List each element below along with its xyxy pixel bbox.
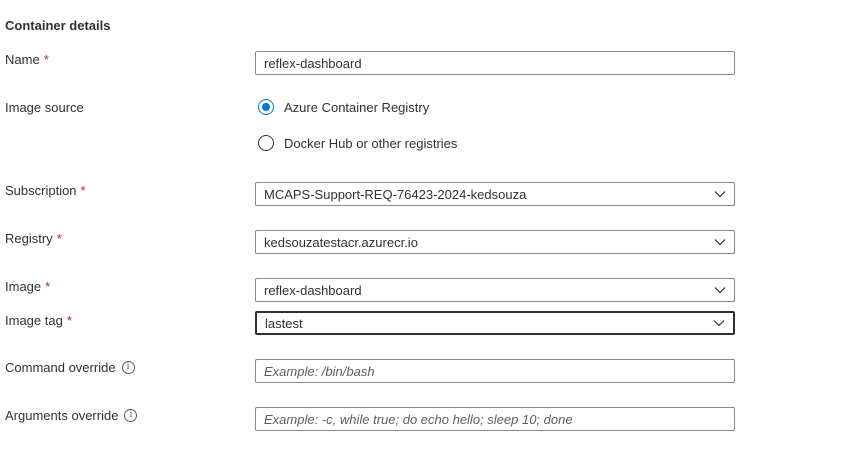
name-label: Name * [5, 52, 49, 67]
image-label-text: Image [5, 279, 42, 294]
subscription-label-text: Subscription [5, 183, 77, 198]
subscription-dropdown[interactable]: MCAPS-Support-REQ-76423-2024-kedsouza [255, 182, 735, 206]
radio-docker-hub[interactable]: Docker Hub or other registries [258, 135, 457, 151]
image-tag-dropdown-value: lastest [265, 315, 303, 331]
info-icon[interactable]: i [121, 361, 135, 374]
image-label: Image * [5, 279, 50, 294]
name-field[interactable]: reflex-dashboard [255, 51, 735, 75]
arguments-override-input[interactable]: Example: -c, while true; do echo hello; … [255, 407, 735, 431]
subscription-dropdown-value: MCAPS-Support-REQ-76423-2024-kedsouza [264, 186, 527, 202]
arguments-override-label-text: Arguments override [5, 408, 119, 423]
image-tag-label: Image tag * [5, 313, 72, 328]
required-marker: * [80, 183, 86, 198]
registry-dropdown-value: kedsouzatestacr.azurecr.io [264, 234, 418, 250]
radio-azure-container-registry[interactable]: Azure Container Registry [258, 99, 429, 115]
radio-button-unchecked[interactable] [258, 135, 274, 151]
chevron-down-icon[interactable] [706, 183, 734, 205]
command-override-label-text: Command override [5, 360, 116, 375]
info-icon[interactable]: i [124, 409, 138, 422]
image-tag-dropdown[interactable]: lastest [255, 311, 735, 335]
registry-label-text: Registry [5, 231, 53, 246]
image-dropdown-value: reflex-dashboard [264, 282, 362, 298]
command-override-placeholder: Example: /bin/bash [264, 363, 375, 379]
required-marker: * [56, 231, 62, 246]
image-dropdown[interactable]: reflex-dashboard [255, 278, 735, 302]
chevron-down-icon[interactable] [706, 279, 734, 301]
image-tag-label-text: Image tag [5, 313, 63, 328]
registry-label: Registry * [5, 231, 62, 246]
subscription-label: Subscription * [5, 183, 86, 198]
image-source-label: Image source [5, 100, 84, 115]
radio-label-acr: Azure Container Registry [284, 99, 430, 115]
radio-label-docker-hub: Docker Hub or other registries [284, 135, 458, 151]
arguments-override-label: Arguments override i [5, 408, 138, 423]
required-marker: * [66, 313, 72, 328]
registry-dropdown[interactable]: kedsouzatestacr.azurecr.io [255, 230, 735, 254]
chevron-down-icon[interactable] [706, 231, 734, 253]
arguments-override-placeholder: Example: -c, while true; do echo hello; … [264, 411, 573, 427]
required-marker: * [45, 279, 51, 294]
command-override-input[interactable]: Example: /bin/bash [255, 359, 735, 383]
name-field-value: reflex-dashboard [264, 55, 362, 71]
radio-button-checked[interactable] [258, 99, 274, 115]
command-override-label: Command override i [5, 360, 135, 375]
image-source-label-text: Image source [5, 100, 84, 115]
chevron-down-icon[interactable] [705, 313, 733, 333]
section-title: Container details [5, 18, 111, 33]
required-marker: * [43, 52, 49, 67]
name-label-text: Name [5, 52, 40, 67]
